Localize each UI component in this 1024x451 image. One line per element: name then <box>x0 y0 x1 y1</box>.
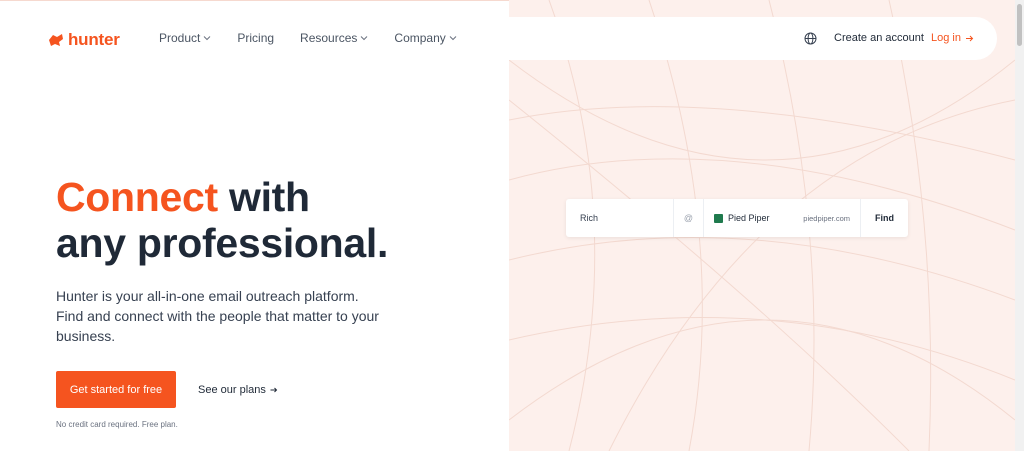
main-nav: Product Pricing Resources Company <box>159 31 483 45</box>
nav-item-product[interactable]: Product <box>159 31 211 45</box>
nav-item-label: Company <box>394 31 446 45</box>
see-plans-link[interactable]: See our plans <box>198 384 278 396</box>
chevron-down-icon <box>361 36 368 41</box>
brand-name: hunter <box>68 30 120 49</box>
chevron-down-icon <box>204 36 211 41</box>
nav-item-label: Product <box>159 31 201 45</box>
company-name: Pied Piper <box>728 213 770 223</box>
see-plans-label: See our plans <box>198 384 266 396</box>
nav-item-label: Pricing <box>237 31 275 45</box>
arrow-right-icon <box>270 387 278 393</box>
no-credit-card-note: No credit card required. Free plan. <box>56 420 178 429</box>
create-account-link[interactable]: Create an account <box>834 32 924 44</box>
at-symbol: @ <box>674 199 704 237</box>
chevron-down-icon <box>449 36 457 41</box>
headline-line1-rest: with <box>217 174 310 220</box>
arrow-right-icon <box>965 35 974 41</box>
nav-item-pricing[interactable]: Pricing <box>237 31 274 45</box>
hero-headline: Connect with any professional. <box>56 174 388 266</box>
find-button[interactable]: Find <box>861 199 908 237</box>
login-label: Log in <box>931 32 961 44</box>
email-finder-widget: Rich @ Pied Piper piedpiper.com Find <box>566 199 908 237</box>
name-input[interactable]: Rich <box>566 199 674 237</box>
page-scrollbar[interactable] <box>1015 0 1024 451</box>
nav-item-resources[interactable]: Resources <box>300 31 368 45</box>
company-logo-icon <box>714 213 723 223</box>
company-domain: piedpiper.com <box>803 213 850 223</box>
hunter-logo[interactable]: hunter <box>47 30 120 50</box>
login-link[interactable]: Log in <box>931 32 974 44</box>
nav-item-label: Resources <box>300 31 358 45</box>
hero-subtext: Hunter is your all-in-one email outreach… <box>56 288 379 344</box>
headline-accent: Connect <box>56 174 218 220</box>
get-started-button[interactable]: Get started for free <box>56 371 176 408</box>
hunter-logo-icon <box>49 34 63 46</box>
nav-item-company[interactable]: Company <box>394 31 457 45</box>
scrollbar-thumb[interactable] <box>1017 4 1022 46</box>
headline-line2: any professional. <box>56 220 389 266</box>
globe-icon[interactable] <box>804 32 817 45</box>
company-field[interactable]: Pied Piper piedpiper.com <box>704 199 861 237</box>
top-border <box>0 0 509 1</box>
